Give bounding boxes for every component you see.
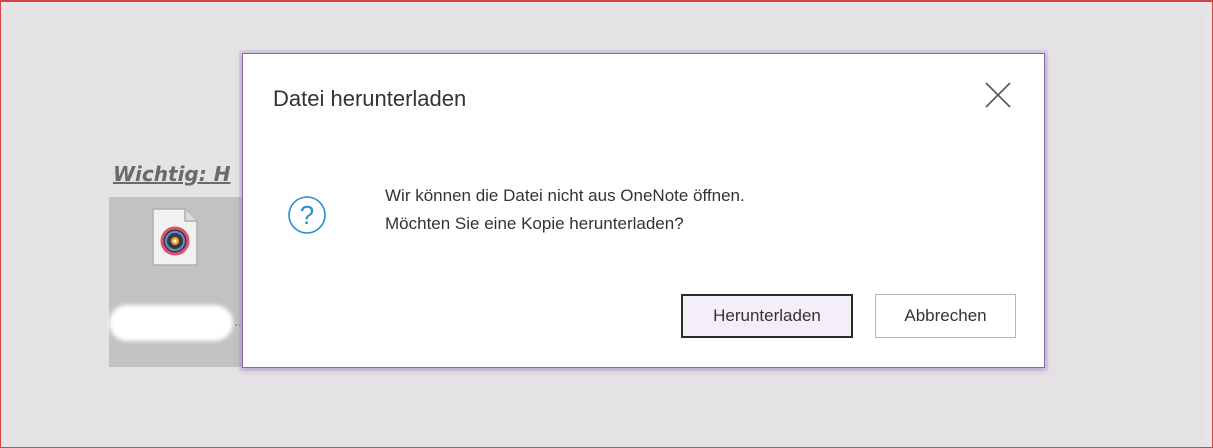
page-background: Wichtig: H ... Datei herunterladen ? Wir…: [0, 0, 1213, 448]
svg-text:?: ?: [300, 200, 314, 230]
close-button[interactable]: [981, 78, 1015, 112]
message-line-2: Möchten Sie eine Kopie herunterladen?: [385, 214, 684, 233]
cancel-button[interactable]: Abbrechen: [875, 294, 1016, 338]
question-circle-icon: ?: [288, 196, 326, 234]
close-icon: [985, 82, 1011, 108]
redacted-file-name: [109, 305, 233, 341]
dialog-title: Datei herunterladen: [273, 86, 467, 111]
audio-file-icon: [152, 208, 198, 266]
attachment-tile[interactable]: ...: [109, 197, 245, 367]
note-heading: Wichtig: H: [113, 162, 231, 186]
download-button[interactable]: Herunterladen: [681, 294, 853, 338]
download-dialog: Datei herunterladen ? Wir können die Dat…: [242, 53, 1045, 368]
dialog-message: Wir können die Datei nicht aus OneNote ö…: [385, 182, 745, 238]
message-line-1: Wir können die Datei nicht aus OneNote ö…: [385, 186, 745, 205]
